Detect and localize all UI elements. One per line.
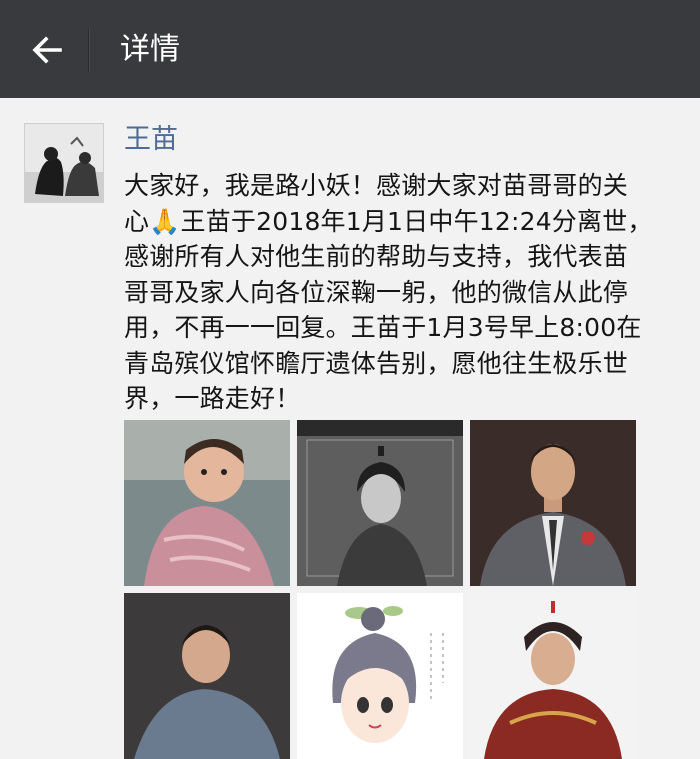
- armor-costume-photo[interactable]: [470, 593, 636, 759]
- avatar[interactable]: [24, 123, 104, 203]
- arrow-left-icon: [32, 36, 62, 64]
- outdoor-portrait-photo[interactable]: [124, 593, 290, 759]
- baby-photo[interactable]: [124, 420, 290, 586]
- suit-portrait-photo[interactable]: [470, 420, 636, 586]
- author-name[interactable]: 王苗: [124, 122, 178, 158]
- post-text: 大家好，我是路小妖！感谢大家对苗哥哥的关 心🙏王苗于2018年1月1日中午12:…: [124, 171, 653, 413]
- header-divider: [88, 28, 89, 72]
- back-button[interactable]: [24, 27, 70, 73]
- cartoon-drawing-photo[interactable]: [297, 593, 463, 759]
- costume-portrait-photo[interactable]: [297, 420, 463, 586]
- top-bar: 详情: [0, 0, 700, 98]
- page-title: 详情: [120, 32, 180, 67]
- moment-post: 王苗 大家好，我是路小妖！感谢大家对苗哥哥的关 心🙏王苗于2018年1月1日中午…: [0, 98, 700, 759]
